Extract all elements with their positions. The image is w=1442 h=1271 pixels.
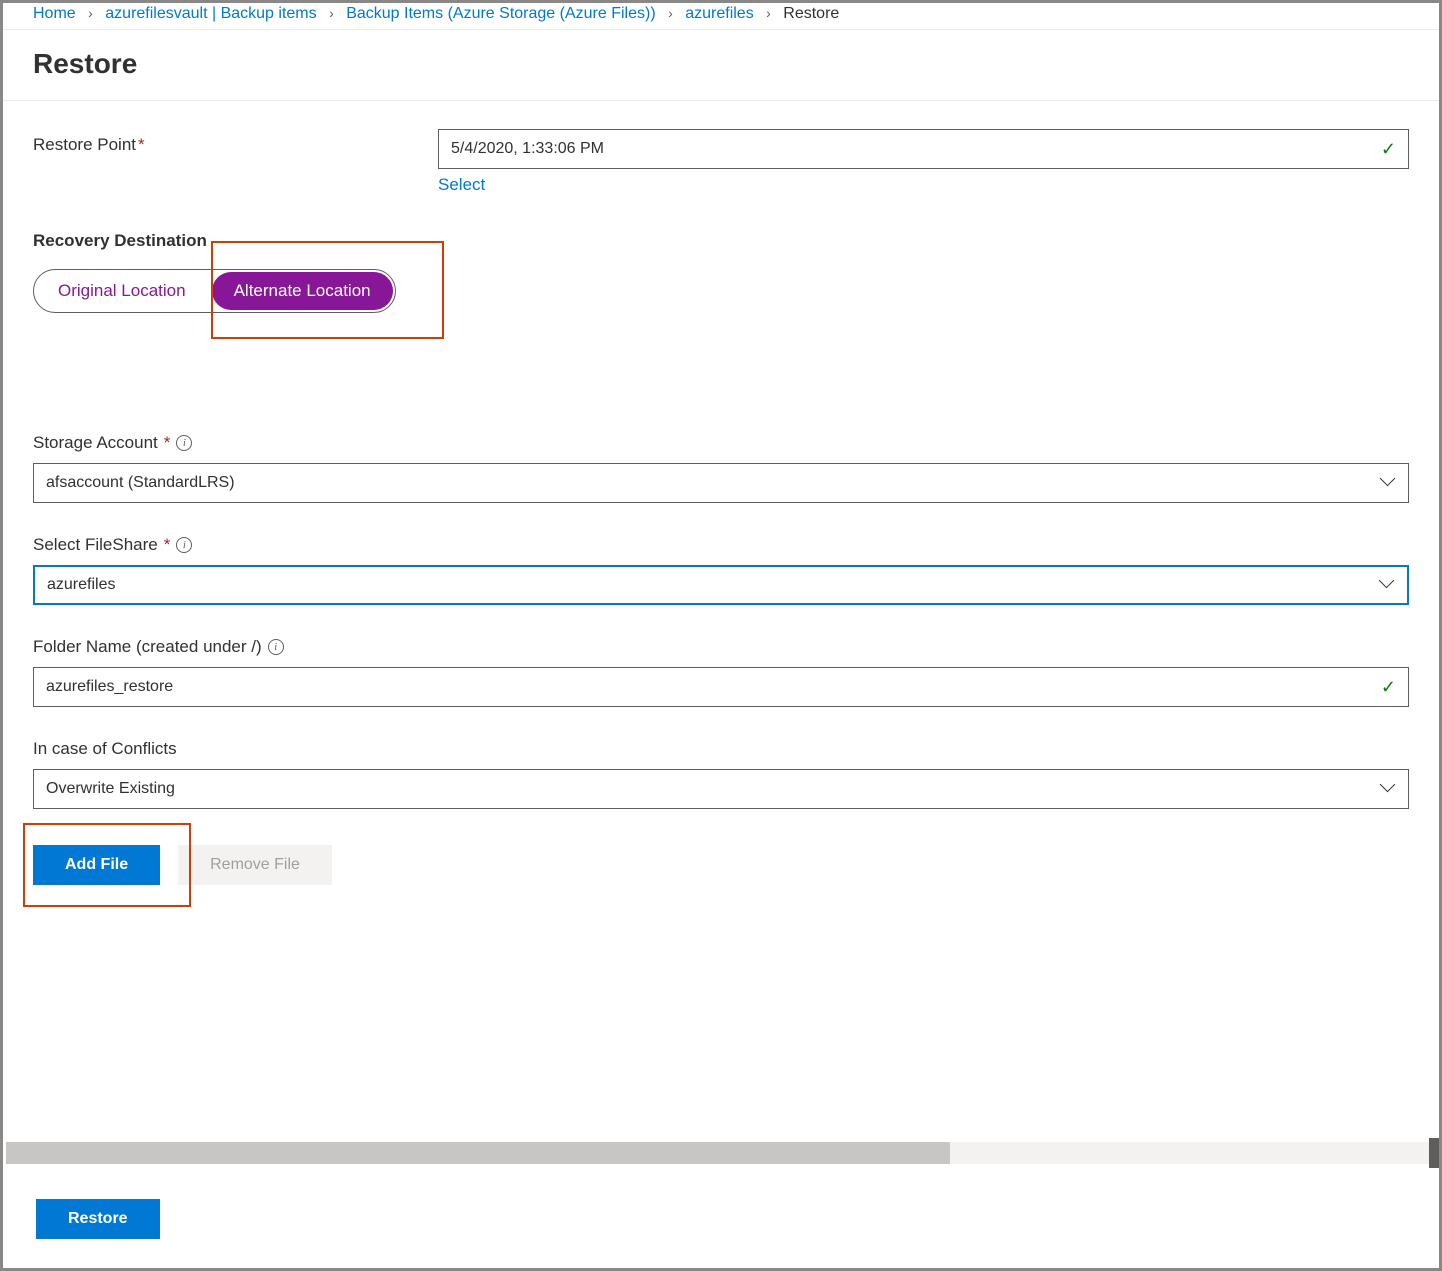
restore-point-label: Restore Point* (33, 129, 438, 155)
restore-button[interactable]: Restore (36, 1199, 160, 1239)
chevron-down-icon (1382, 476, 1396, 490)
scroll-right-icon[interactable] (1429, 1138, 1439, 1168)
select-fileshare-dropdown[interactable]: azurefiles (33, 565, 1409, 605)
breadcrumb: Home › azurefilesvault | Backup items › … (3, 3, 1439, 30)
breadcrumb-home[interactable]: Home (33, 5, 76, 22)
restore-point-value: 5/4/2020, 1:33:06 PM (451, 140, 1381, 158)
chevron-right-icon: › (88, 5, 93, 21)
folder-name-value: azurefiles_restore (46, 678, 1381, 696)
breadcrumb-backup-items[interactable]: Backup Items (Azure Storage (Azure Files… (346, 5, 655, 22)
chevron-right-icon: › (668, 5, 673, 21)
folder-name-input[interactable]: azurefiles_restore ✓ (33, 667, 1409, 707)
folder-name-label: Folder Name (created under /) i (33, 637, 1409, 657)
footer: Restore (6, 1173, 1436, 1265)
checkmark-icon: ✓ (1381, 677, 1396, 698)
storage-account-value: afsaccount (StandardLRS) (46, 474, 1382, 492)
storage-account-label: Storage Account * i (33, 433, 1409, 453)
horizontal-scrollbar[interactable] (6, 1142, 1436, 1164)
breadcrumb-azurefiles[interactable]: azurefiles (685, 5, 753, 22)
checkmark-icon: ✓ (1381, 139, 1396, 160)
remove-file-button: Remove File (178, 845, 332, 885)
storage-account-dropdown[interactable]: afsaccount (StandardLRS) (33, 463, 1409, 503)
chevron-down-icon (1381, 578, 1395, 592)
conflicts-value: Overwrite Existing (46, 780, 1382, 798)
scrollbar-thumb[interactable] (6, 1142, 950, 1164)
chevron-down-icon (1382, 782, 1396, 796)
conflicts-label: In case of Conflicts (33, 739, 1409, 759)
conflicts-dropdown[interactable]: Overwrite Existing (33, 769, 1409, 809)
info-icon[interactable]: i (176, 537, 192, 553)
breadcrumb-vault[interactable]: azurefilesvault | Backup items (105, 5, 316, 22)
page-title: Restore (3, 30, 1439, 100)
highlight-annotation (211, 241, 444, 339)
restore-point-input[interactable]: 5/4/2020, 1:33:06 PM ✓ (438, 129, 1409, 169)
info-icon[interactable]: i (268, 639, 284, 655)
add-file-button[interactable]: Add File (33, 845, 160, 885)
chevron-right-icon: › (766, 5, 771, 21)
select-fileshare-value: azurefiles (47, 576, 1381, 594)
info-icon[interactable]: i (176, 435, 192, 451)
select-restore-point-link[interactable]: Select (438, 175, 485, 195)
chevron-right-icon: › (329, 5, 334, 21)
select-fileshare-label: Select FileShare * i (33, 535, 1409, 555)
breadcrumb-current: Restore (783, 5, 839, 22)
pill-original-location[interactable]: Original Location (34, 270, 210, 312)
